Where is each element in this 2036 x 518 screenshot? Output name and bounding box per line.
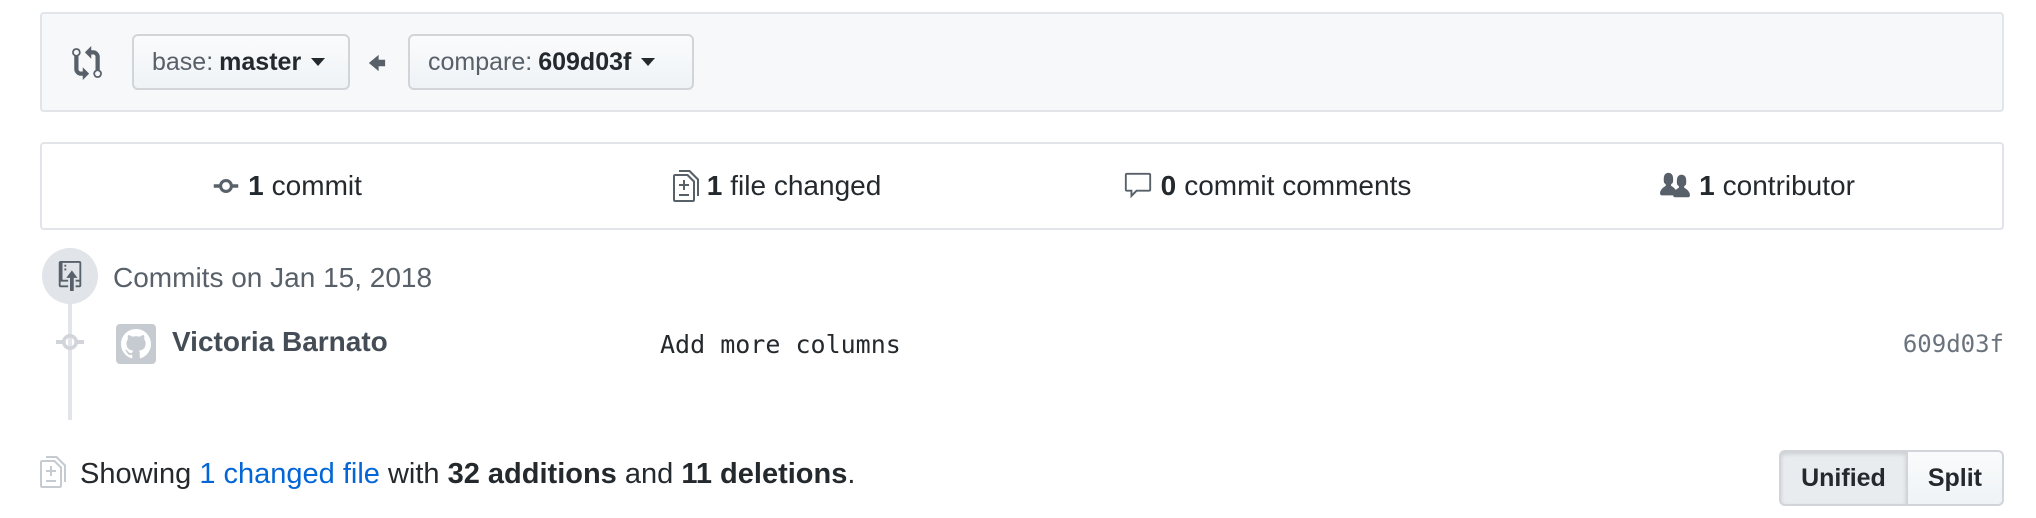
- repo-push-badge: [42, 248, 98, 304]
- additions-count: 32 additions: [447, 458, 617, 490]
- showing-text: Showing: [80, 458, 192, 490]
- compare-prefix: compare:: [428, 47, 533, 76]
- range-editor: base: master compare: 609d03f: [40, 12, 2004, 112]
- chevron-down-icon: [311, 58, 326, 66]
- git-commit-icon: [213, 179, 239, 193]
- changed-files-link[interactable]: 1 changed file: [199, 458, 380, 490]
- diff-view-toggle: Unified Split: [1779, 450, 2004, 506]
- base-branch-select[interactable]: base: master: [132, 34, 350, 90]
- comments-count: 0: [1160, 170, 1177, 201]
- git-compare-icon: [72, 46, 102, 80]
- base-branch-name: master: [219, 47, 302, 76]
- files-count: 1: [706, 170, 723, 201]
- summary-commits[interactable]: 1 commit: [42, 144, 532, 228]
- commits-label: commit: [271, 170, 362, 201]
- diff-stats: Showing 1 changed file with 32 additions…: [80, 458, 855, 491]
- numbers-summary: 1 commit 1 file changed 0 commit comment…: [40, 142, 2004, 230]
- git-commit-icon: [56, 334, 84, 350]
- commit-message[interactable]: Add more columns: [660, 330, 901, 359]
- compare-ref-name: 609d03f: [538, 47, 632, 76]
- repo-push-icon: [58, 261, 82, 291]
- github-mark-icon: [121, 329, 151, 359]
- summary-contributors[interactable]: 1 contributor: [1512, 144, 2002, 228]
- commit-sha[interactable]: 609d03f: [1903, 330, 2004, 358]
- avatar[interactable]: [116, 324, 156, 364]
- commits-count: 1: [248, 170, 264, 201]
- base-prefix: base:: [152, 47, 214, 76]
- arrow-left-icon: [368, 54, 386, 72]
- timeline-line: [68, 300, 72, 420]
- split-view-button[interactable]: Split: [1907, 450, 2004, 506]
- commit-author[interactable]: Victoria Barnato: [172, 326, 388, 358]
- summary-comments[interactable]: 0 commit comments: [1022, 144, 1512, 228]
- comment-icon: [1124, 172, 1151, 199]
- summary-files-changed[interactable]: 1 file changed: [532, 144, 1022, 228]
- unified-view-button[interactable]: Unified: [1779, 450, 1908, 506]
- contributors-label: contributor: [1722, 170, 1855, 201]
- chevron-down-icon: [641, 58, 656, 66]
- file-diff-icon: [40, 456, 66, 488]
- files-label: file changed: [730, 170, 882, 201]
- people-icon: [1660, 172, 1691, 198]
- with-text: with: [387, 458, 440, 490]
- commits-date-heading: Commits on Jan 15, 2018: [113, 262, 433, 293]
- deletions-count: 11 deletions: [681, 458, 848, 490]
- comments-label: commit comments: [1184, 170, 1412, 201]
- contributors-count: 1: [1699, 170, 1715, 201]
- file-diff-icon: [672, 170, 699, 202]
- and-text: and: [624, 458, 674, 490]
- compare-branch-select[interactable]: compare: 609d03f: [408, 34, 694, 90]
- period-text: .: [847, 458, 856, 490]
